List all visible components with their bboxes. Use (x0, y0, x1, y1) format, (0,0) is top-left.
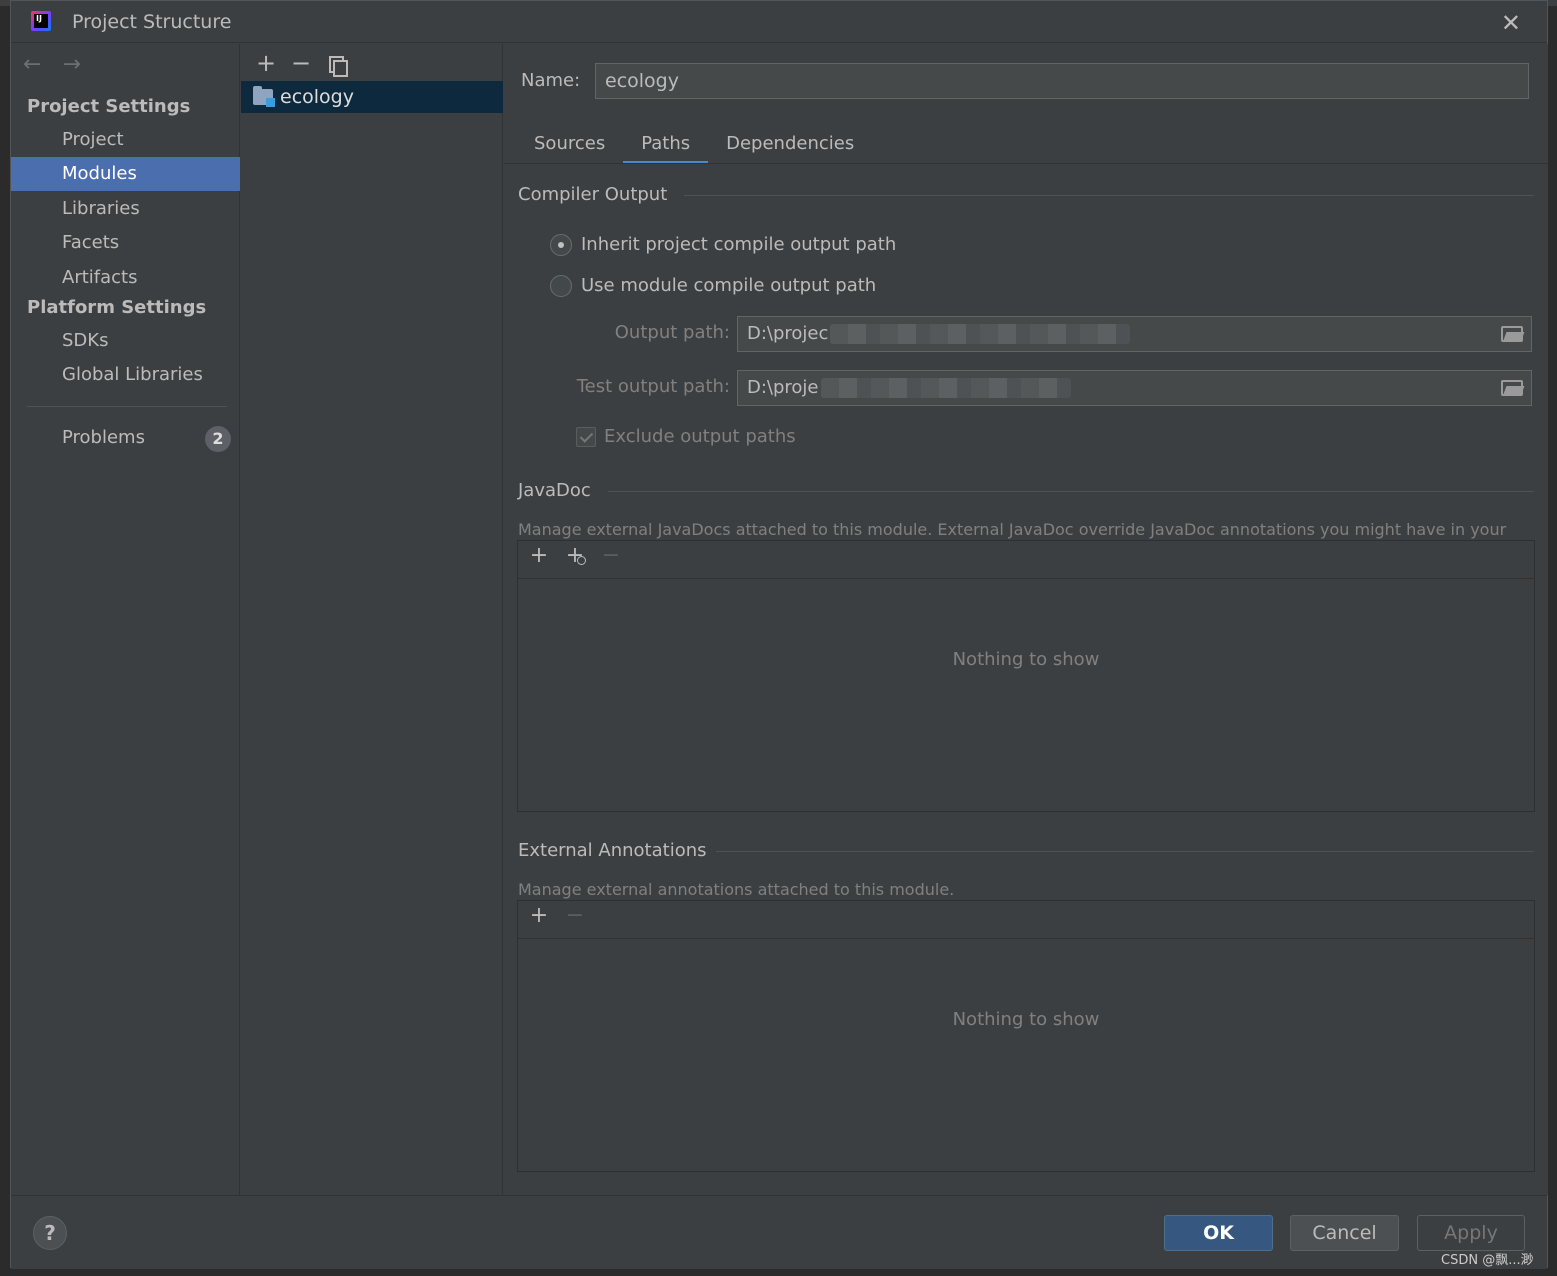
dialog-title: Project Structure (72, 11, 232, 33)
browse-folder-icon[interactable] (1501, 380, 1523, 396)
javadoc-toolbar: + + − (518, 541, 1534, 579)
module-tabs: Sources Paths Dependencies (516, 126, 872, 164)
sidebar-item-project[interactable]: Project (11, 123, 240, 157)
radio-checked-icon (550, 234, 572, 256)
test-output-path-value: D:\proje (747, 377, 819, 398)
external-annotations-title: External Annotations (518, 840, 707, 861)
add-annotation-icon[interactable]: + (524, 901, 554, 931)
module-folder-icon (253, 86, 275, 107)
sidebar-item-facets[interactable]: Facets (11, 226, 240, 260)
project-structure-dialog: IJ Project Structure ✕ ← → Project Setti… (10, 0, 1548, 1269)
exclude-output-label: Exclude output paths (604, 426, 796, 447)
settings-sidebar: ← → Project Settings Project Modules Lib… (11, 44, 240, 1195)
javadoc-empty-text: Nothing to show (952, 649, 1100, 670)
module-toolbar: + − (251, 48, 351, 78)
test-output-path-label: Test output path: (576, 376, 730, 397)
tab-dependencies[interactable]: Dependencies (708, 126, 872, 164)
compiler-output-divider (684, 195, 1534, 196)
annotations-description: Manage external annotations attached to … (518, 880, 955, 899)
tab-paths[interactable]: Paths (623, 126, 709, 164)
sidebar-item-libraries[interactable]: Libraries (11, 192, 240, 226)
title-bar: IJ Project Structure ✕ (11, 1, 1547, 43)
javadoc-divider (608, 491, 1534, 492)
ok-button[interactable]: OK (1164, 1215, 1273, 1251)
cancel-button[interactable]: Cancel (1290, 1215, 1399, 1251)
forward-arrow-icon[interactable]: → (62, 52, 80, 77)
exclude-output-checkbox[interactable]: Exclude output paths (576, 426, 796, 447)
problems-count-badge: 2 (205, 426, 231, 452)
output-path-label: Output path: (614, 322, 730, 343)
compiler-output-title: Compiler Output (518, 184, 668, 205)
annotations-toolbar: + − (518, 901, 1534, 939)
inherit-output-label: Inherit project compile output path (581, 234, 897, 255)
add-javadoc-icon[interactable]: + (524, 541, 554, 571)
section-project-settings: Project Settings (27, 96, 191, 117)
tab-underline (504, 163, 1548, 164)
redacted-path-blur (820, 378, 1071, 398)
name-label: Name: (521, 70, 581, 91)
copy-module-icon[interactable] (321, 48, 351, 78)
sidebar-divider (27, 406, 227, 407)
section-platform-settings: Platform Settings (27, 297, 207, 318)
dialog-footer: ? OK Cancel Apply (11, 1195, 1547, 1269)
remove-javadoc-icon[interactable]: − (596, 541, 626, 571)
module-settings-content: Name: SourcesPathsDependencies Compiler … (504, 44, 1548, 1195)
module-row-ecology[interactable]: ecology (241, 81, 503, 113)
watermark: CSDN @飘...渺 (1441, 1253, 1534, 1268)
remove-module-icon[interactable]: − (286, 48, 316, 78)
redacted-path-blur (830, 324, 1131, 344)
output-path-value: D:\projec (747, 323, 829, 344)
add-javadoc-url-icon[interactable]: + (560, 541, 590, 571)
radio-unchecked-icon (550, 275, 572, 297)
apply-button[interactable]: Apply (1417, 1215, 1525, 1251)
back-arrow-icon[interactable]: ← (23, 52, 41, 77)
add-module-icon[interactable]: + (251, 48, 281, 78)
module-output-label: Use module compile output path (581, 275, 877, 296)
nav-history: ← → (23, 52, 95, 77)
inherit-output-radio[interactable]: Inherit project compile output path (550, 234, 896, 256)
remove-annotation-icon[interactable]: − (560, 901, 590, 931)
javadoc-title: JavaDoc (518, 480, 591, 501)
tab-sources[interactable]: Sources (516, 126, 623, 164)
annotations-list: + − Nothing to show (517, 900, 1535, 1172)
sidebar-item-sdks[interactable]: SDKs (11, 324, 240, 358)
sidebar-item-global-libraries[interactable]: Global Libraries (11, 358, 240, 392)
intellij-logo-icon: IJ (31, 11, 51, 31)
checkbox-checked-icon (576, 427, 596, 447)
sidebar-item-artifacts[interactable]: Artifacts (11, 261, 240, 295)
sidebar-item-modules[interactable]: Modules (11, 157, 240, 191)
module-output-radio[interactable]: Use module compile output path (550, 275, 876, 297)
module-list-panel: + − ecology (241, 44, 503, 1195)
module-name-input[interactable] (595, 63, 1529, 99)
test-output-path-field[interactable]: D:\proje (737, 370, 1532, 406)
browse-folder-icon[interactable] (1501, 326, 1523, 342)
module-name: ecology (280, 86, 354, 108)
close-icon[interactable]: ✕ (1501, 9, 1521, 37)
annotations-empty-text: Nothing to show (952, 1009, 1100, 1030)
javadoc-list: + + − Nothing to show (517, 540, 1535, 812)
output-path-field[interactable]: D:\projec (737, 316, 1532, 352)
help-button[interactable]: ? (33, 1216, 67, 1250)
annotations-divider (716, 851, 1534, 852)
